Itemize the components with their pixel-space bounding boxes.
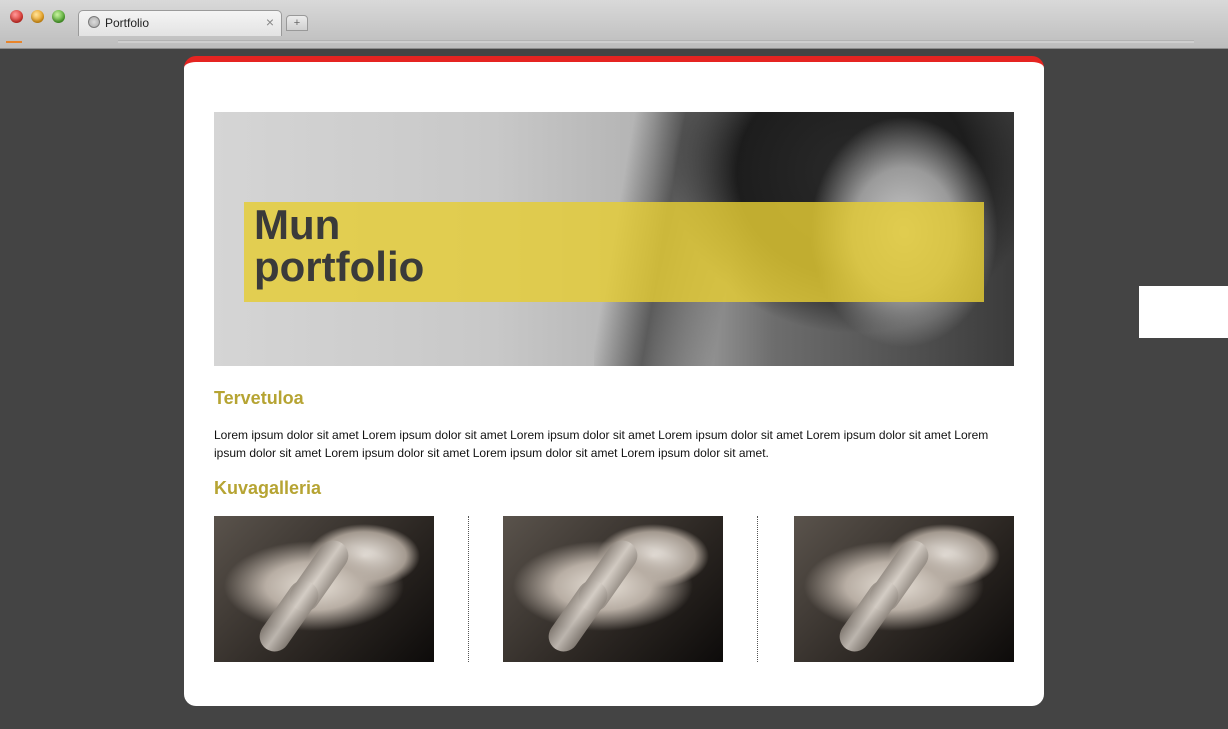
window-close-button[interactable] [10, 10, 23, 23]
hero-title: Mun portfolio [254, 201, 425, 290]
toolbar-indicator [6, 41, 22, 43]
hand-photo-detail [833, 574, 905, 658]
window-maximize-button[interactable] [52, 10, 65, 23]
gallery-image[interactable] [214, 516, 434, 662]
browser-chrome: Portfolio × + [0, 0, 1228, 49]
gallery-image[interactable] [794, 516, 1014, 662]
hero-banner: Mun portfolio [214, 112, 1014, 366]
new-tab-button[interactable]: + [286, 15, 308, 31]
page-card: Mun portfolio Tervetuloa Lorem ipsum dol… [184, 56, 1044, 706]
close-icon[interactable]: × [266, 14, 274, 30]
hand-photo-detail [253, 574, 325, 658]
window-minimize-button[interactable] [31, 10, 44, 23]
gallery-divider [757, 516, 758, 662]
gallery-heading: Kuvagalleria [214, 478, 322, 498]
hero-title-band: Mun portfolio [244, 202, 984, 302]
tab-portfolio[interactable]: Portfolio × [78, 10, 282, 36]
tab-title: Portfolio [105, 16, 150, 30]
globe-icon [88, 16, 100, 28]
welcome-heading: Tervetuloa [214, 388, 304, 408]
bookmarks-bar [118, 40, 1194, 43]
gallery-divider [468, 516, 469, 662]
side-panel [1139, 286, 1228, 338]
hand-photo-detail [542, 574, 614, 658]
gallery-image[interactable] [503, 516, 723, 662]
welcome-text: Lorem ipsum dolor sit amet Lorem ipsum d… [214, 428, 989, 460]
